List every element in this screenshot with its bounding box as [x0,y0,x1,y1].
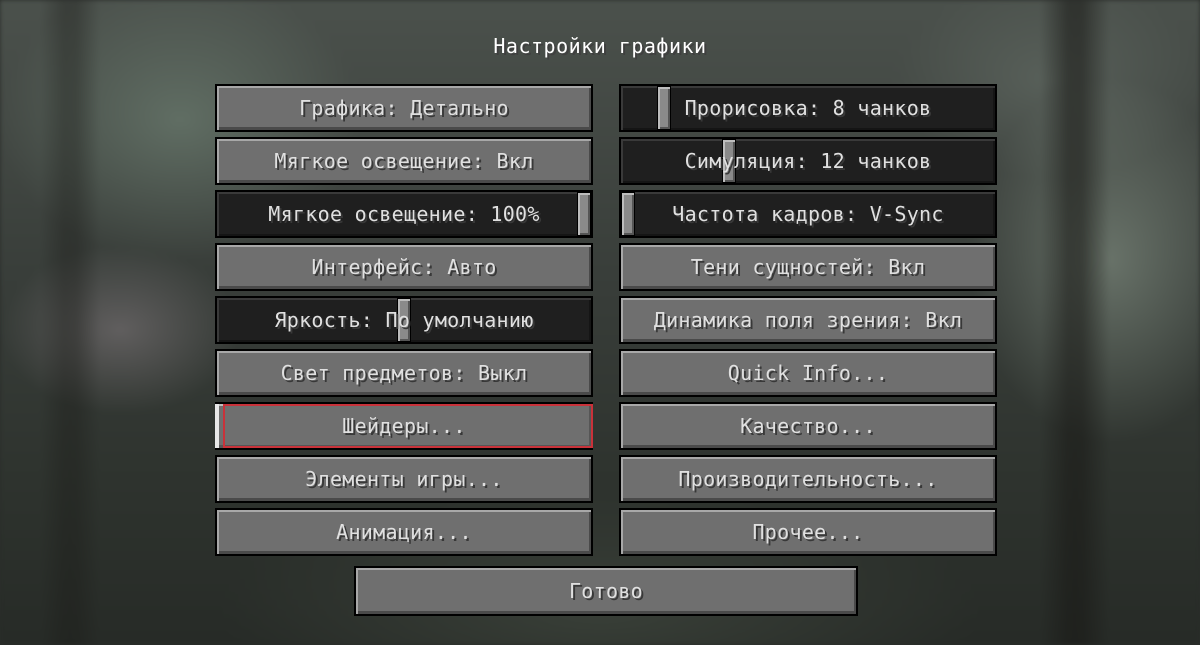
button-label: Графика: Детально [299,96,509,120]
button-label: Готово [568,579,644,603]
smooth-lighting-level-slider[interactable]: Мягкое освещение: 100% [215,190,593,238]
max-framerate-slider[interactable]: Частота кадров: V-Sync [619,190,997,238]
tree-trunk-silhouette [1040,0,1110,645]
button-label: Анимация... [336,520,472,544]
quality-button[interactable]: Качество... [619,402,997,450]
simulation-distance-slider[interactable]: Симуляция: 12 чанков [619,137,997,185]
button-label: Прочее... [752,520,864,544]
button-label: Свет предметов: Выкл [280,361,528,385]
tree-trunk-silhouette [40,0,100,645]
animations-button[interactable]: Анимация... [215,508,593,556]
performance-button[interactable]: Производительность... [619,455,997,503]
fov-effects-button[interactable]: Динамика поля зрения: Вкл [619,296,997,344]
slider-label: Симуляция: 12 чанков [684,149,932,173]
slider-label: Мягкое освещение: 100% [268,202,540,226]
gui-scale-button[interactable]: Интерфейс: Авто [215,243,593,291]
button-label: Интерфейс: Авто [311,255,497,279]
button-label: Качество... [740,414,876,438]
button-label: Динамика поля зрения: Вкл [653,308,963,332]
slider-handle[interactable] [657,86,671,130]
entity-shadows-button[interactable]: Тени сущностей: Вкл [619,243,997,291]
quick-info-button[interactable]: Quick Info... [619,349,997,397]
slider-label: Яркость: По умолчанию [274,308,534,332]
done-button[interactable]: Готово [354,566,858,616]
button-label: Элементы игры... [305,467,503,491]
brightness-slider[interactable]: Яркость: По умолчанию [215,296,593,344]
dynamic-lights-button[interactable]: Свет предметов: Выкл [215,349,593,397]
graphics-mode-button[interactable]: Графика: Детально [215,84,593,132]
blurred-world-background [0,0,1200,645]
button-label: Мягкое освещение: Вкл [274,149,534,173]
button-label: Тени сущностей: Вкл [690,255,926,279]
details-button[interactable]: Элементы игры... [215,455,593,503]
other-settings-button[interactable]: Прочее... [619,508,997,556]
render-distance-slider[interactable]: Прорисовка: 8 чанков [619,84,997,132]
screen-title: Настройки графики [493,34,707,58]
button-label: Quick Info... [727,361,889,385]
focus-edge [215,404,219,448]
slider-label: Частота кадров: V-Sync [672,202,944,226]
button-label: Шейдеры... [342,414,466,438]
smooth-lighting-button[interactable]: Мягкое освещение: Вкл [215,137,593,185]
slider-label: Прорисовка: 8 чанков [684,96,932,120]
button-label: Производительность... [678,467,938,491]
shaders-button[interactable]: Шейдеры... [215,402,593,450]
slider-handle[interactable] [577,192,591,236]
slider-handle[interactable] [621,192,635,236]
